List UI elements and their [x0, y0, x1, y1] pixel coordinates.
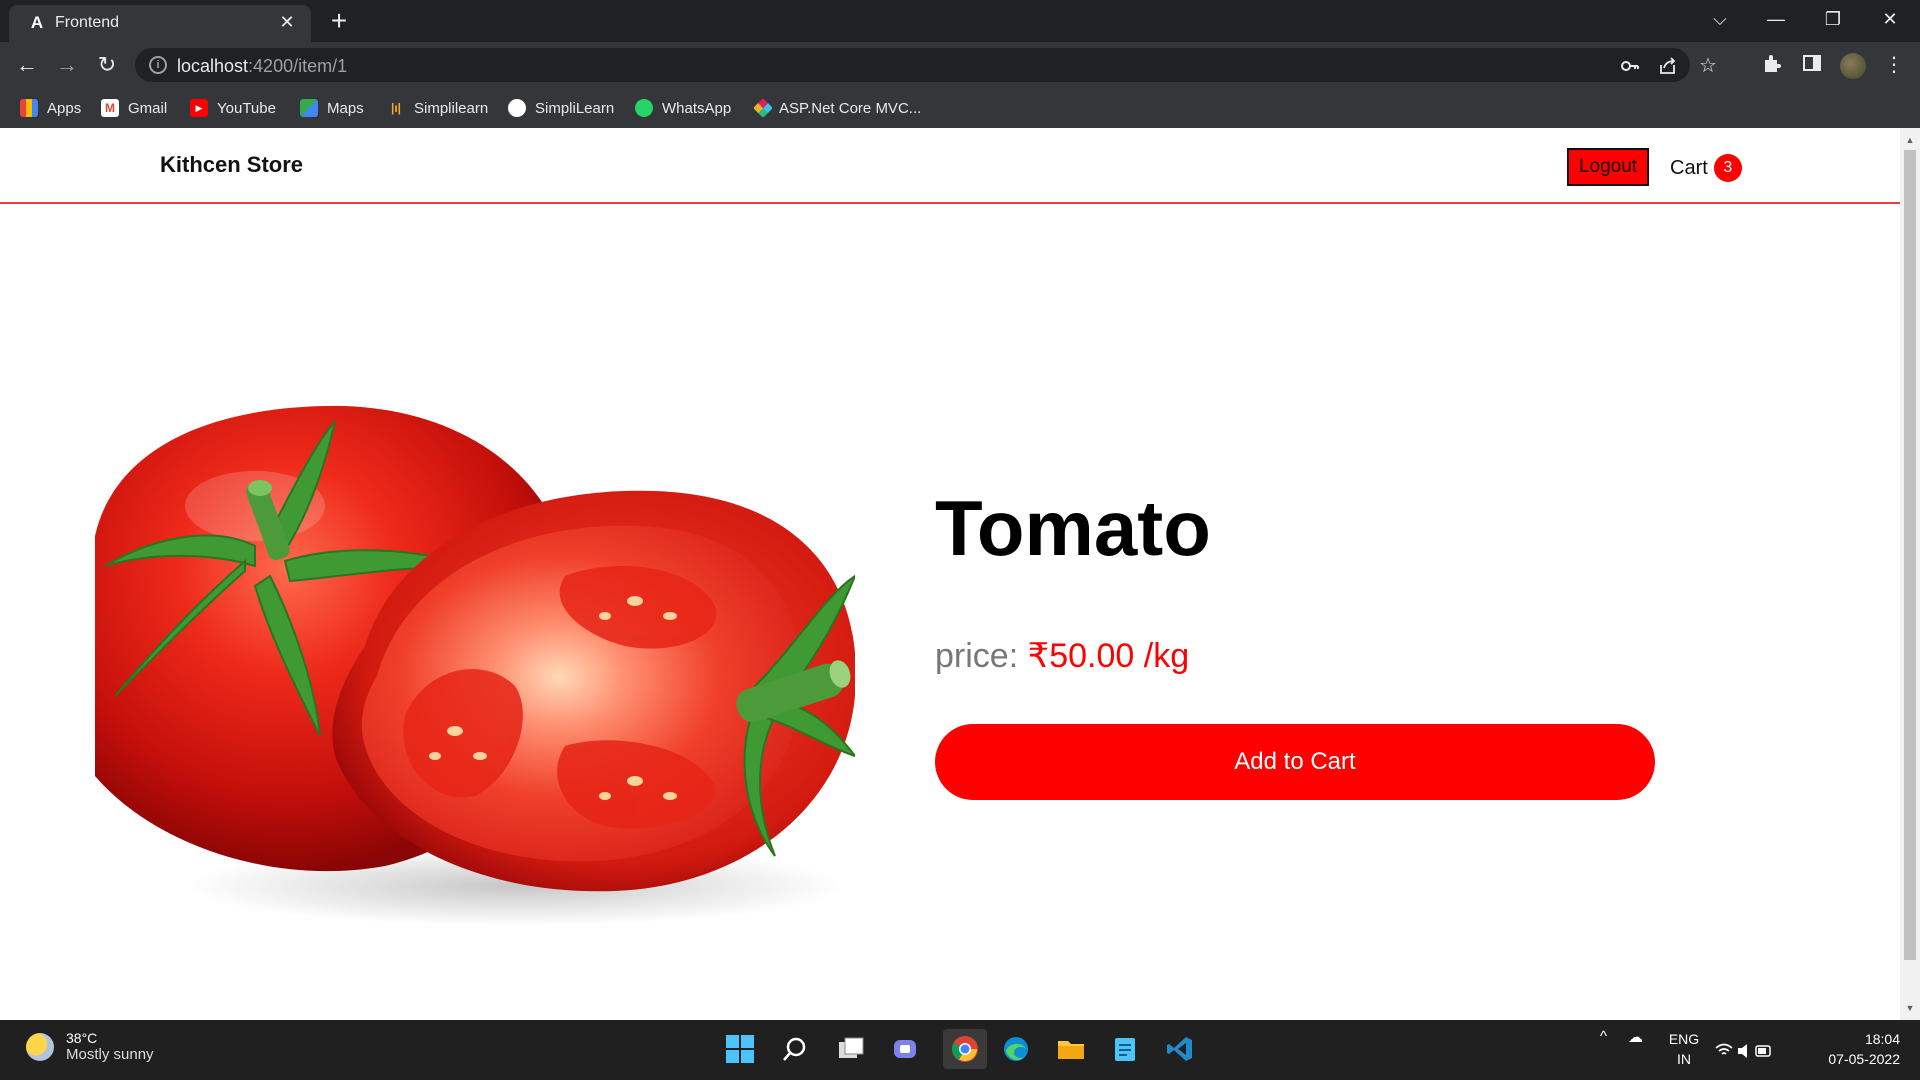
weather-sun-icon: [26, 1032, 54, 1061]
product-name: Tomato: [935, 484, 1211, 572]
bookmark-simplilearn-github[interactable]: SimpliLearn: [508, 96, 614, 120]
reload-button[interactable]: ↻: [92, 50, 122, 80]
show-hidden-icons-chevron-icon[interactable]: ^: [1600, 1028, 1607, 1045]
weather-temp: 38°C: [66, 1030, 98, 1046]
apps-grid-icon: [20, 99, 38, 117]
region-code: IN: [1677, 1051, 1691, 1067]
bookmark-aspnet[interactable]: ASP.Net Core MVC...: [753, 96, 922, 120]
system-clock[interactable]: 18:04 07-05-2022: [1810, 1029, 1900, 1069]
bookmark-label: Simplilearn: [414, 99, 489, 117]
browser-tab-bar: A Frontend ✕ + ⌵ — ❐ ✕: [0, 0, 1920, 42]
price-value: ₹50.00 /kg: [1027, 637, 1190, 675]
forward-button[interactable]: →: [52, 50, 82, 80]
window-close-button[interactable]: ✕: [1870, 4, 1910, 34]
extensions-icon[interactable]: [1760, 53, 1784, 77]
tomato-image: [95, 276, 858, 956]
bookmark-label: Apps: [47, 99, 82, 117]
angular-favicon-icon: A: [30, 13, 44, 32]
bookmark-label: Gmail: [128, 99, 168, 117]
bookmark-whatsapp[interactable]: WhatsApp: [635, 96, 731, 120]
address-bar[interactable]: i localhost:4200/item/1 ☆: [135, 48, 1717, 82]
clock-time: 18:04: [1864, 1031, 1900, 1047]
edge-icon[interactable]: [999, 1032, 1033, 1066]
slack-icon: [753, 98, 773, 118]
clock-date: 07-05-2022: [1828, 1051, 1900, 1067]
bookmark-gmail[interactable]: M Gmail: [101, 96, 167, 120]
back-button[interactable]: ←: [12, 50, 42, 80]
bookmark-label: WhatsApp: [662, 99, 732, 117]
weather-widget[interactable]: 38°C Mostly sunny: [26, 1030, 154, 1063]
url-host: localhost: [177, 56, 249, 76]
tab-search-icon[interactable]: ⌵: [1700, 4, 1740, 34]
brand-logo-text[interactable]: Kithcen Store: [160, 152, 303, 178]
weather-text: 38°C Mostly sunny: [66, 1030, 154, 1063]
notepad-icon[interactable]: [1108, 1032, 1142, 1066]
url-path: :4200/item/1: [248, 56, 348, 76]
vscode-icon[interactable]: [1163, 1032, 1197, 1066]
simplilearn-icon: |ı|: [390, 101, 402, 115]
logout-button[interactable]: Logout: [1567, 148, 1649, 186]
cart-count-badge: 3: [1713, 154, 1742, 182]
windows-start-icon[interactable]: [723, 1032, 757, 1066]
minimize-button[interactable]: —: [1756, 4, 1796, 34]
bookmark-apps[interactable]: Apps: [20, 96, 81, 120]
weather-condition: Mostly sunny: [66, 1046, 154, 1063]
profile-avatar[interactable]: [1840, 53, 1866, 79]
bookmark-youtube[interactable]: ▶ YouTube: [190, 96, 276, 120]
bookmarks-bar: Apps M Gmail ▶ YouTube Maps |ı| Simplile…: [0, 88, 1920, 128]
task-view-icon[interactable]: [834, 1032, 868, 1066]
price-row: price: ₹50.00 /kg: [935, 636, 1189, 676]
cart-label: Cart: [1670, 156, 1708, 179]
teams-chat-icon[interactable]: [888, 1032, 922, 1066]
browser-tab[interactable]: A Frontend ✕: [9, 5, 311, 42]
scroll-up-arrow-icon[interactable]: ▲: [1904, 134, 1916, 146]
youtube-icon: ▶: [190, 99, 208, 117]
language-code: ENG: [1668, 1031, 1700, 1047]
search-icon[interactable]: [778, 1032, 812, 1066]
file-explorer-icon[interactable]: [1054, 1032, 1088, 1066]
menu-kebab-icon[interactable]: ⋮: [1882, 53, 1906, 77]
bookmark-label: YouTube: [217, 99, 276, 117]
page-viewport: Kithcen Store Logout Cart 3 Tomato price…: [0, 128, 1900, 1020]
chrome-icon[interactable]: [943, 1029, 987, 1069]
bookmark-label: ASP.Net Core MVC...: [779, 99, 922, 117]
gmail-icon: M: [101, 99, 119, 117]
github-icon: [508, 99, 526, 117]
side-panel-icon[interactable]: [1800, 53, 1824, 77]
onedrive-cloud-icon[interactable]: ☁: [1628, 1028, 1643, 1046]
key-icon[interactable]: [1620, 56, 1640, 76]
cart-link[interactable]: Cart 3: [1670, 154, 1742, 182]
language-indicator[interactable]: ENG IN: [1664, 1029, 1704, 1069]
tab-title: Frontend: [55, 14, 120, 31]
maps-icon: [300, 99, 318, 117]
scrollbar-thumb[interactable]: [1904, 150, 1916, 960]
bookmark-maps[interactable]: Maps: [300, 96, 364, 120]
scroll-down-arrow-icon[interactable]: ▼: [1904, 1002, 1916, 1014]
new-tab-button[interactable]: +: [324, 6, 354, 36]
restore-button[interactable]: ❐: [1813, 4, 1853, 34]
bookmark-simplilearn[interactable]: |ı| Simplilearn: [387, 96, 488, 120]
page-scrollbar[interactable]: ▲ ▼: [1900, 128, 1920, 1020]
bookmark-star-icon[interactable]: ☆: [1698, 56, 1718, 76]
share-icon[interactable]: [1658, 56, 1678, 76]
add-to-cart-button[interactable]: Add to Cart: [935, 724, 1655, 800]
windows-taskbar: 38°C Mostly sunny ^ ☁ ENG IN 18:04 07-05…: [0, 1020, 1920, 1080]
browser-toolbar: ← → ↻ i localhost:4200/item/1 ☆ ⋮: [0, 42, 1920, 88]
network-sound-battery-icons[interactable]: [1714, 1034, 1774, 1068]
site-header: Kithcen Store Logout Cart 3: [0, 128, 1900, 204]
bookmark-label: SimpliLearn: [535, 99, 615, 117]
bookmark-label: Maps: [327, 99, 364, 117]
price-label: price:: [935, 637, 1019, 675]
whatsapp-icon: [635, 99, 653, 117]
url-text: localhost:4200/item/1: [177, 56, 347, 77]
site-info-icon[interactable]: i: [149, 56, 167, 74]
tab-close-icon[interactable]: ✕: [277, 12, 297, 32]
